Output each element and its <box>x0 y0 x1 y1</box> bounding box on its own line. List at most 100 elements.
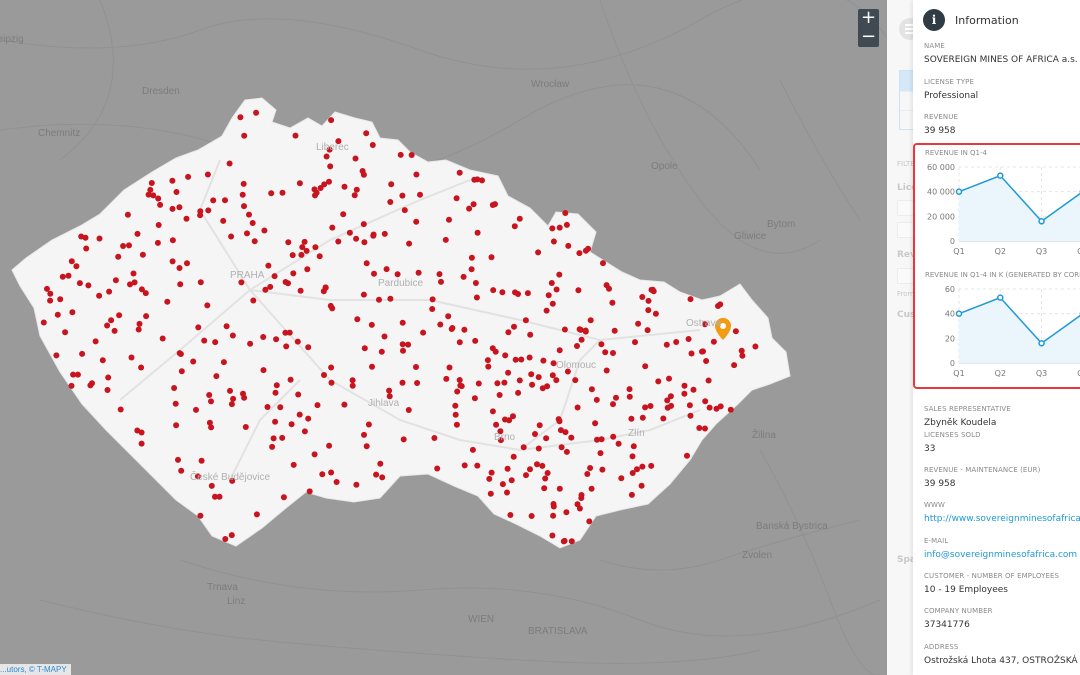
customer-marker[interactable] <box>539 462 546 469</box>
customer-marker[interactable] <box>328 364 335 371</box>
customer-marker[interactable] <box>434 465 441 472</box>
customer-marker[interactable] <box>642 363 649 370</box>
customer-marker[interactable] <box>703 358 710 364</box>
customer-marker[interactable] <box>371 270 377 277</box>
customer-marker[interactable] <box>379 474 386 481</box>
customer-marker[interactable] <box>449 325 456 331</box>
customer-marker[interactable] <box>311 451 318 458</box>
customer-marker[interactable] <box>488 469 495 476</box>
customer-marker[interactable] <box>501 379 508 386</box>
customer-marker[interactable] <box>246 211 252 218</box>
customer-marker[interactable] <box>326 442 333 449</box>
customer-marker[interactable] <box>120 243 127 249</box>
customer-marker[interactable] <box>387 199 394 205</box>
customer-marker[interactable] <box>135 326 142 333</box>
customer-marker[interactable] <box>321 372 327 378</box>
customer-marker[interactable] <box>479 177 485 184</box>
customer-marker[interactable] <box>568 538 575 545</box>
customer-marker[interactable] <box>522 317 529 324</box>
customer-marker[interactable] <box>327 163 334 170</box>
customer-marker[interactable] <box>368 321 375 328</box>
customer-marker[interactable] <box>68 382 75 389</box>
customer-marker[interactable] <box>271 273 278 280</box>
customer-marker[interactable] <box>241 203 247 210</box>
customer-marker[interactable] <box>696 425 703 431</box>
customer-marker[interactable] <box>739 352 746 359</box>
customer-marker[interactable] <box>486 475 493 482</box>
customer-marker[interactable] <box>442 236 449 243</box>
customer-marker[interactable] <box>349 377 356 384</box>
customer-marker[interactable] <box>279 189 286 196</box>
customer-marker[interactable] <box>283 343 290 350</box>
customer-marker[interactable] <box>260 367 267 374</box>
customer-marker[interactable] <box>229 332 236 339</box>
customer-marker[interactable] <box>361 345 368 352</box>
customer-marker[interactable] <box>227 387 233 394</box>
customer-marker[interactable] <box>312 244 319 251</box>
customer-marker[interactable] <box>272 418 279 425</box>
customer-marker[interactable] <box>184 260 190 267</box>
customer-marker[interactable] <box>353 186 360 193</box>
customer-marker[interactable] <box>471 395 478 402</box>
customer-marker[interactable] <box>241 132 248 139</box>
customer-marker[interactable] <box>99 357 106 364</box>
customer-marker[interactable] <box>492 201 498 208</box>
customer-marker[interactable] <box>563 509 570 516</box>
customer-marker[interactable] <box>420 329 427 336</box>
customer-marker[interactable] <box>85 282 92 289</box>
customer-marker[interactable] <box>130 270 137 277</box>
customer-marker[interactable] <box>752 343 759 350</box>
customer-marker[interactable] <box>684 452 690 459</box>
customer-marker[interactable] <box>285 239 292 246</box>
customer-marker[interactable] <box>329 224 336 231</box>
customer-marker[interactable] <box>602 349 609 356</box>
customer-marker[interactable] <box>299 244 306 251</box>
customer-marker[interactable] <box>328 469 335 476</box>
customer-marker[interactable] <box>173 189 180 195</box>
customer-marker[interactable] <box>360 221 367 228</box>
customer-marker[interactable] <box>594 436 600 443</box>
customer-marker[interactable] <box>290 461 297 468</box>
customer-marker[interactable] <box>92 338 99 345</box>
customer-marker[interactable] <box>690 386 697 393</box>
customer-marker[interactable] <box>536 422 543 429</box>
customer-marker[interactable] <box>731 362 738 369</box>
customer-marker[interactable] <box>138 364 145 371</box>
customer-marker[interactable] <box>516 215 523 222</box>
customer-marker[interactable] <box>610 433 617 440</box>
customer-marker[interactable] <box>461 326 468 333</box>
customer-marker[interactable] <box>648 462 655 469</box>
customer-marker[interactable] <box>341 401 348 408</box>
customer-marker[interactable] <box>68 258 75 265</box>
customer-marker[interactable] <box>228 233 235 240</box>
customer-marker[interactable] <box>645 297 652 304</box>
customer-marker[interactable] <box>282 329 289 336</box>
customer-marker[interactable] <box>76 280 83 287</box>
customer-marker[interactable] <box>365 421 372 428</box>
customer-marker[interactable] <box>576 250 583 257</box>
customer-marker[interactable] <box>213 373 220 380</box>
customer-marker[interactable] <box>502 416 508 423</box>
customer-marker[interactable] <box>446 364 453 371</box>
customer-marker[interactable] <box>688 350 695 357</box>
customer-marker[interactable] <box>361 239 368 246</box>
customer-marker[interactable] <box>175 456 181 463</box>
customer-marker[interactable] <box>528 371 535 378</box>
customer-marker[interactable] <box>429 296 436 303</box>
customer-marker[interactable] <box>171 385 178 391</box>
customer-marker[interactable] <box>111 327 118 334</box>
customer-marker[interactable] <box>586 518 593 525</box>
customer-marker[interactable] <box>603 367 610 374</box>
customer-marker[interactable] <box>574 343 580 349</box>
customer-marker[interactable] <box>267 283 274 290</box>
customer-marker[interactable] <box>576 505 583 512</box>
customer-marker[interactable] <box>553 377 560 384</box>
customer-marker[interactable] <box>220 217 227 224</box>
customer-marker[interactable] <box>599 466 606 473</box>
customer-marker[interactable] <box>279 434 286 441</box>
customer-marker[interactable] <box>639 414 646 421</box>
customer-marker[interactable] <box>600 260 606 267</box>
customer-marker[interactable] <box>706 404 713 411</box>
customer-marker[interactable] <box>242 424 249 430</box>
customer-marker[interactable] <box>461 462 468 469</box>
